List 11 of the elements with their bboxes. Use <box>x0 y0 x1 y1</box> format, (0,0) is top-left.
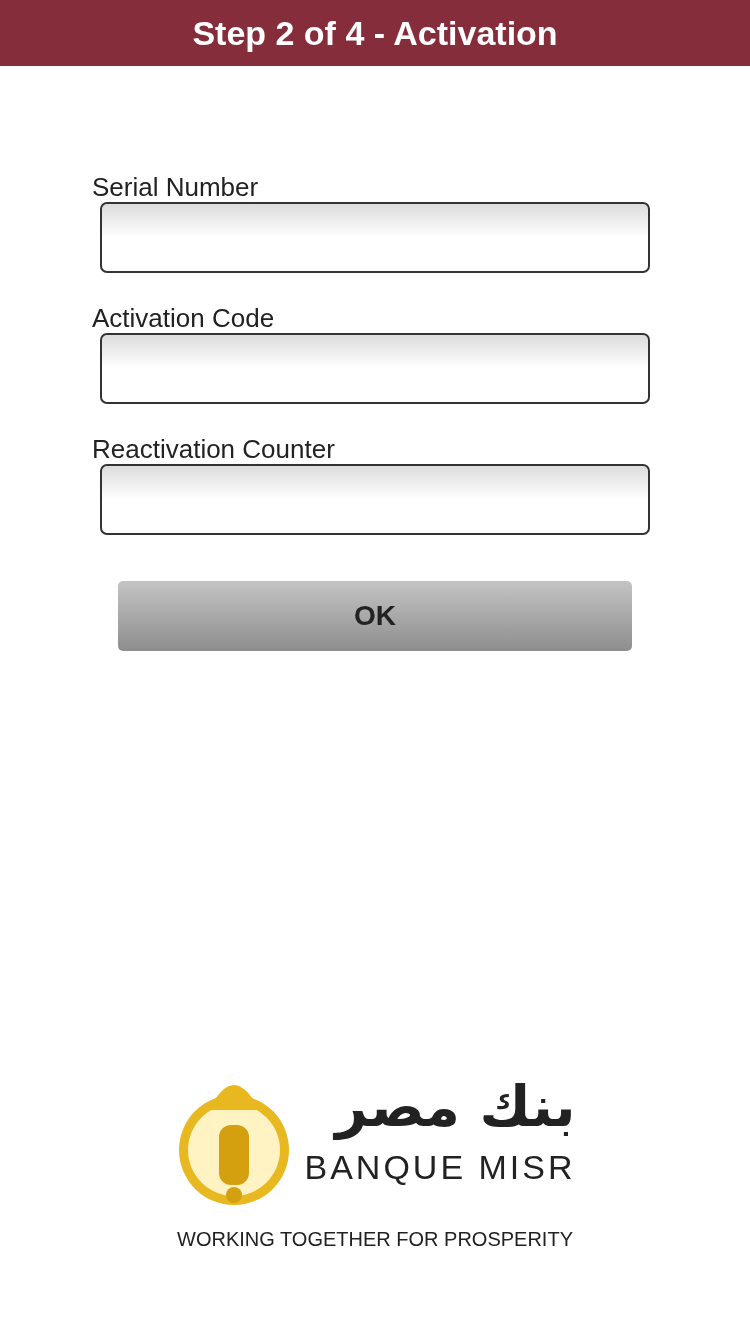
input-field[interactable] <box>100 333 650 404</box>
screen-title: Step 2 of 4 - Activation <box>192 12 558 54</box>
field-label: Reactivation Counter <box>92 433 336 466</box>
ok-button[interactable]: OK <box>118 581 632 651</box>
brand-tagline: WORKING TOGETHER FOR PROSPERITY <box>177 1227 573 1252</box>
input-field[interactable] <box>100 202 650 273</box>
field-label: Serial Number <box>92 171 260 204</box>
input-field[interactable] <box>100 464 650 535</box>
arabic-brand-name: بنك مصر <box>335 1073 576 1142</box>
brand-name: BANQUE MISR <box>304 1147 576 1188</box>
field-label: Activation Code <box>92 302 276 335</box>
